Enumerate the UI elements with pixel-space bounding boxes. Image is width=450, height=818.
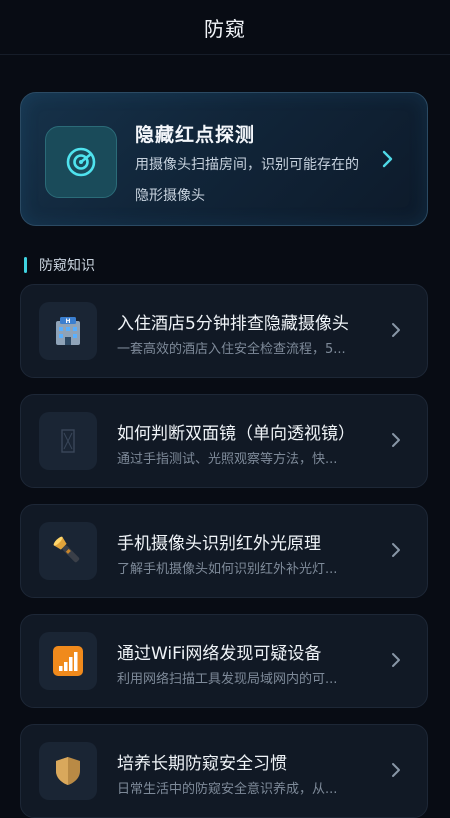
chevron-right-icon	[392, 543, 400, 557]
top-bar: 防窥	[0, 0, 450, 55]
hero-title: 隐藏红点探测	[135, 124, 256, 146]
radar-scan-icon	[45, 126, 117, 198]
article-card-hotel-check[interactable]: H 入住酒店5分钟排查隐藏摄像头 一套高效的酒店入住安全检查流程，5...	[20, 284, 428, 378]
article-card-two-way-mirror[interactable]: 如何判断双面镜（单向透视镜） 通过手指测试、光照观察等方法，快...	[20, 394, 428, 488]
chevron-right-icon	[382, 150, 393, 168]
article-card-safety-habits[interactable]: 培养长期防窥安全习惯 日常生活中的防窥安全意识养成，从...	[20, 724, 428, 818]
chevron-right-icon	[392, 433, 400, 447]
article-description: 日常生活中的防窥安全意识养成，从...	[117, 782, 338, 797]
hotel-icon: H	[39, 302, 97, 360]
article-card-infrared[interactable]: 手机摄像头识别红外光原理 了解手机摄像头如何识别红外补光灯...	[20, 504, 428, 598]
article-title: 通过WiFi网络发现可疑设备	[117, 644, 322, 664]
shield-icon	[39, 742, 97, 800]
chevron-right-icon	[392, 323, 400, 337]
article-title: 入住酒店5分钟排查隐藏摄像头	[117, 314, 349, 334]
article-description: 一套高效的酒店入住安全检查流程，5...	[117, 342, 346, 357]
hidden-camera-detect-card[interactable]: 隐藏红点探测 用摄像头扫描房间，识别可能存在的隐形摄像头	[20, 92, 428, 226]
article-description: 通过手指测试、光照观察等方法，快...	[117, 452, 338, 467]
svg-text:H: H	[65, 318, 70, 325]
section-title: 防窥知识	[39, 258, 95, 274]
article-title: 如何判断双面镜（单向透视镜）	[117, 424, 355, 444]
article-description: 了解手机摄像头如何识别红外补光灯...	[117, 562, 338, 577]
chevron-right-icon	[392, 763, 400, 777]
section-header: 防窥知识	[24, 256, 95, 274]
article-description: 利用网络扫描工具发现局域网内的可...	[117, 672, 338, 687]
page-title: 防窥	[204, 16, 246, 41]
article-title: 培养长期防窥安全习惯	[117, 754, 287, 774]
signal-bars-icon	[39, 632, 97, 690]
article-title: 手机摄像头识别红外光原理	[117, 534, 321, 554]
article-card-wifi-scan[interactable]: 通过WiFi网络发现可疑设备 利用网络扫描工具发现局域网内的可...	[20, 614, 428, 708]
flashlight-icon	[39, 522, 97, 580]
chevron-right-icon	[392, 653, 400, 667]
section-accent-bar	[24, 257, 27, 273]
hero-description: 用摄像头扫描房间，识别可能存在的隐形摄像头	[135, 157, 359, 204]
mirror-icon	[39, 412, 97, 470]
